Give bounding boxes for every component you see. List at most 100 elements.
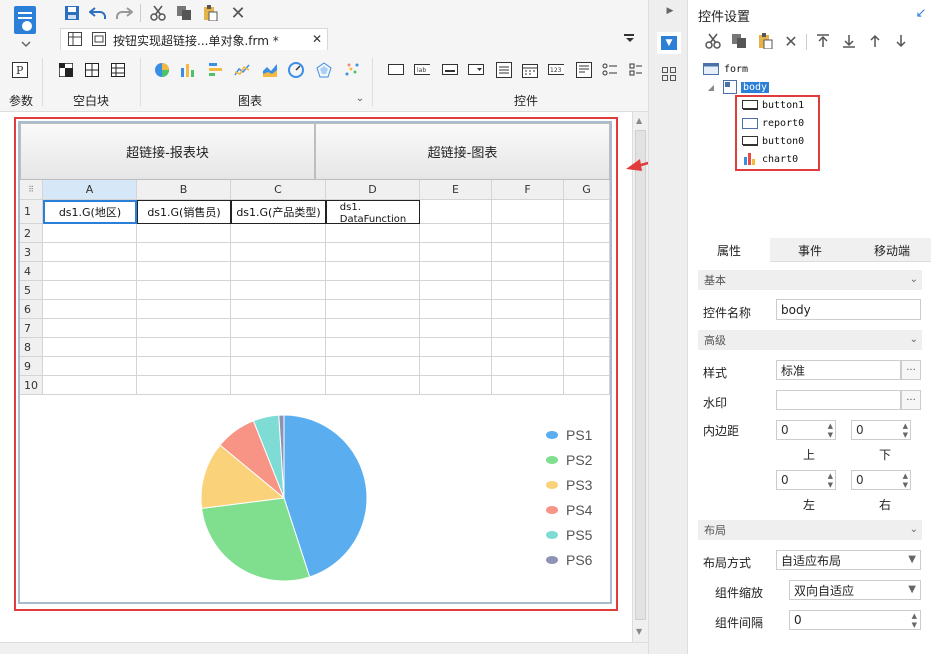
list-widget-icon[interactable] (496, 62, 512, 78)
tab-mobile[interactable]: 移动端 (874, 242, 910, 259)
delete-icon[interactable]: ✕ (228, 3, 248, 24)
close-tab-icon[interactable]: ✕ (309, 31, 325, 47)
padding-label: 内边距 (703, 424, 740, 438)
section-layout[interactable]: 布局 ⌄ (698, 520, 922, 540)
padding-top-stepper[interactable]: 0 ▲ ▼ (776, 420, 836, 440)
chevron-up-icon[interactable]: ▲ (828, 422, 833, 430)
save-icon[interactable] (62, 4, 82, 22)
group-label-parameter: 参数 (9, 94, 34, 108)
padding-right-stepper[interactable]: 0 ▲ ▼ (851, 470, 911, 490)
copy-icon[interactable] (174, 4, 194, 22)
parameter-icon[interactable]: P (12, 62, 28, 78)
panel-switcher-strip: ▶ ▼ (648, 0, 688, 654)
radar-chart-icon[interactable] (316, 62, 332, 78)
chevron-down-icon[interactable]: ▼ (828, 431, 833, 439)
checkbox-group-widget-icon[interactable] (602, 62, 618, 78)
chevron-up-icon[interactable]: ▲ (828, 472, 833, 480)
combo-box-widget-icon[interactable] (468, 62, 484, 78)
chevron-down-icon[interactable]: ▼ (828, 481, 833, 489)
widget-name-input[interactable]: body (776, 299, 921, 320)
cut-icon[interactable] (148, 4, 168, 22)
group-separator (140, 58, 141, 106)
padding-left-caption: 左 (803, 498, 816, 512)
watermark-input[interactable] (776, 390, 901, 410)
document-tab[interactable]: 按钮实现超链接...单对象.frm * ✕ (60, 28, 328, 50)
number-widget-icon[interactable]: 123 (548, 62, 564, 78)
chevron-down-icon: ⌄ (909, 274, 918, 285)
app-logo[interactable] (8, 4, 44, 48)
style-input[interactable]: 标准 (776, 360, 901, 380)
bar-chart-icon[interactable] (180, 62, 196, 78)
layout-mode-value: 自适应布局 (781, 553, 842, 568)
move-up-icon[interactable] (866, 32, 884, 50)
pie-chart-icon[interactable] (154, 62, 170, 78)
padding-bottom-stepper[interactable]: 0 ▲ ▼ (851, 420, 911, 440)
redo-icon[interactable] (114, 4, 134, 22)
style-more-button[interactable]: ··· (901, 360, 921, 380)
paste-icon[interactable] (200, 4, 220, 22)
horizontal-bar-chart-icon[interactable] (208, 62, 224, 78)
scale-value: 双向自适应 (794, 583, 855, 598)
gap-stepper[interactable]: 0 ▲ ▼ (789, 610, 921, 630)
area-chart-icon[interactable] (262, 62, 278, 78)
radio-group-widget-icon[interactable] (628, 62, 644, 78)
scroll-down-icon[interactable]: ▼ (636, 627, 642, 636)
gauge-chart-icon[interactable] (288, 62, 304, 78)
move-bottom-icon[interactable] (840, 32, 858, 50)
delete-icon[interactable]: ✕ (782, 32, 800, 51)
line-chart-icon[interactable] (234, 62, 250, 78)
group-label-widget: 控件 (514, 94, 539, 108)
scatter-chart-icon[interactable] (344, 62, 360, 78)
tab-properties[interactable]: 属性 (717, 242, 741, 259)
textarea-widget-icon[interactable] (576, 62, 592, 78)
scrollbar-thumb[interactable] (635, 130, 646, 620)
chevron-up-icon[interactable]: ▲ (903, 422, 908, 430)
padding-left-stepper[interactable]: 0 ▲ ▼ (776, 470, 836, 490)
widget-settings-icon: ▼ (661, 36, 677, 50)
widget-settings-tab[interactable]: ▼ (657, 32, 681, 54)
tab-menu-icon[interactable] (622, 30, 638, 46)
section-advanced[interactable]: 高级 ⌄ (698, 330, 922, 350)
chevron-right-icon[interactable]: ▶ (665, 6, 675, 16)
absolute-block-icon[interactable] (58, 62, 74, 78)
scroll-up-icon[interactable]: ▲ (636, 116, 642, 125)
chevron-up-icon[interactable]: ▲ (903, 472, 908, 480)
svg-text:P: P (16, 64, 24, 77)
chevron-down-icon[interactable]: ⌄ (354, 92, 366, 104)
text-field-widget-icon[interactable] (442, 62, 458, 78)
tree-node-form[interactable]: form (724, 64, 748, 75)
chevron-down-icon[interactable]: ▼ (903, 431, 908, 439)
document-tab-title: 按钮实现超链接...单对象.frm * (113, 34, 279, 48)
button-widget-icon[interactable] (388, 62, 404, 78)
expand-arrow-icon[interactable]: ◢ (706, 82, 716, 92)
section-basic[interactable]: 基本 ⌄ (698, 270, 922, 290)
padding-bottom-value: 0 (856, 423, 864, 437)
move-top-icon[interactable] (814, 32, 832, 50)
copy-icon[interactable] (730, 32, 748, 50)
move-down-icon[interactable] (892, 32, 910, 50)
date-widget-icon[interactable] (522, 62, 538, 78)
horizontal-scrollbar[interactable] (0, 642, 648, 654)
chevron-down-icon[interactable]: ▼ (903, 481, 908, 489)
watermark-more-button[interactable]: ··· (901, 390, 921, 410)
vertical-scrollbar[interactable]: ▲ ▼ (632, 112, 648, 642)
padding-right-value: 0 (856, 473, 864, 487)
gap-label: 组件间隔 (715, 616, 764, 630)
group-separator (372, 58, 373, 106)
tab-events[interactable]: 事件 (798, 242, 822, 259)
label-widget-icon[interactable]: lab (414, 62, 430, 78)
paste-icon[interactable] (756, 32, 774, 50)
layout-mode-select[interactable]: 自适应布局 ▼ (776, 550, 921, 570)
cut-icon[interactable] (704, 32, 722, 50)
undo-icon[interactable] (88, 4, 108, 22)
report-block-icon[interactable] (110, 62, 126, 78)
form-file-icon (91, 31, 107, 47)
component-library-icon[interactable] (661, 66, 677, 82)
scale-select[interactable]: 双向自适应 ▼ (789, 580, 921, 600)
chevron-down-icon[interactable]: ▼ (912, 621, 917, 629)
tab-block-icon[interactable] (84, 62, 100, 78)
collapse-arrow-icon[interactable]: ↙ (914, 6, 928, 21)
tree-node-body[interactable]: body (741, 82, 770, 93)
chevron-up-icon[interactable]: ▲ (912, 612, 917, 620)
body-icon (722, 80, 738, 94)
